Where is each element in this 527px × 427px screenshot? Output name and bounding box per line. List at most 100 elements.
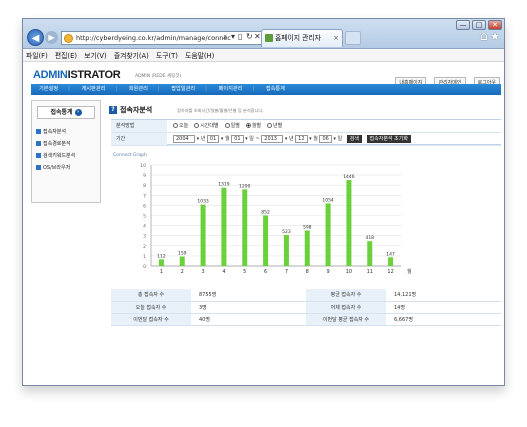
chart-bar	[388, 257, 394, 266]
tab-close-icon[interactable]: ×	[333, 30, 339, 46]
from-year-select[interactable]: 2004	[173, 134, 195, 143]
menu-view[interactable]: 보기(V)	[84, 52, 106, 60]
stats-row: 이번달 접속자 수 40명 이번달 평균 접속자 수 6,667명	[111, 313, 501, 326]
y-tick-label: 4	[143, 224, 146, 230]
admin-logo[interactable]: ADMINISTRATOR	[33, 69, 121, 81]
y-tick-label: 7	[143, 193, 146, 199]
home-icon[interactable]: ⌂	[480, 29, 488, 44]
y-tick-label: 8	[143, 183, 146, 189]
stats-value: 6,667명	[386, 313, 501, 326]
to-day-select[interactable]: 06	[319, 134, 332, 143]
nav-board-manage[interactable]: 게시판관리	[82, 86, 118, 92]
tab-favicon	[265, 34, 273, 42]
method-option[interactable]: 일별	[224, 123, 240, 129]
back-button[interactable]: ◀	[27, 29, 44, 46]
chart-bar	[158, 259, 164, 266]
stats-row: 오늘 접속자 수 3명 어제 접속자 수 14명	[111, 301, 501, 314]
from-day-select[interactable]: 01	[231, 134, 244, 143]
x-axis-label: 월	[407, 268, 412, 275]
method-option[interactable]: 시간대별	[194, 123, 219, 129]
stop-icon[interactable]: ✕	[254, 32, 261, 41]
compat-icon[interactable]: ▯	[238, 32, 242, 41]
forward-button[interactable]: ▶	[45, 31, 58, 44]
radio-button[interactable]	[173, 123, 178, 128]
chart-bar	[242, 189, 248, 266]
x-tick-label: 3	[201, 269, 204, 275]
sidebar-item-referrer-analysis[interactable]: 접속경로분석	[36, 140, 71, 147]
minimize-button[interactable]: —	[456, 20, 470, 30]
y-tick-label: 6	[143, 203, 146, 209]
data-label: 147	[386, 251, 395, 257]
method-label: 년별	[273, 123, 283, 129]
browser-window: — □ ✕ ◀ ▶ http://cyberdyeing.co.kr/admin…	[22, 18, 505, 386]
sidebar-item-visitor-analysis[interactable]: 접속자분석	[36, 128, 66, 135]
radio-button[interactable]	[224, 123, 230, 128]
stats-value: 14명	[386, 301, 501, 314]
method-label: 일별	[230, 123, 240, 129]
favorites-star-icon[interactable]: ★	[490, 30, 500, 43]
menu-help[interactable]: 도움말(H)	[185, 52, 214, 60]
stats-value: 8755명	[191, 289, 306, 302]
y-tick-label: 2	[143, 244, 146, 250]
sidebar-title: 접속통계 ›	[37, 106, 95, 119]
close-window-button[interactable]: ✕	[488, 20, 502, 30]
radio-button[interactable]	[245, 123, 251, 128]
sidebar-item-keyword-analysis[interactable]: 검색키워드분석	[36, 152, 75, 159]
chart-bar	[221, 187, 227, 266]
radio-button[interactable]	[267, 123, 273, 128]
nav-popup-manage[interactable]: 팝업일관리	[171, 86, 207, 92]
x-tick-label: 7	[285, 269, 288, 275]
stats-label: 이번달 접속자 수	[111, 313, 191, 326]
new-tab-button[interactable]	[345, 31, 361, 45]
title-mark-icon: ?	[109, 106, 117, 114]
chart-bar	[367, 241, 373, 266]
period-selectors: 2004 ▾ 년 01 ▾ 월 01 ▾ 일 ~ 2013 ▾ 년 12 ▾ 월…	[173, 133, 411, 145]
browser-tab[interactable]: 홈페이지 관리자 ×	[261, 29, 343, 47]
filter-period-label: 기간	[111, 133, 167, 145]
main-nav: 기본설정 게시판관리 회원관리 팝업일관리 페이지관리 접속통계	[31, 84, 501, 95]
x-tick-label: 5	[243, 269, 246, 275]
reset-button[interactable]: 접속자분석 초기화	[366, 134, 411, 143]
chart-bar	[304, 230, 310, 266]
menu-tools[interactable]: 도구(T)	[156, 52, 178, 60]
search-button[interactable]: 검색	[346, 134, 362, 143]
x-tick-label: 10	[346, 269, 352, 275]
chart-bar	[325, 203, 331, 266]
sidebar-item-os-browser[interactable]: OS/브라우저	[36, 164, 70, 171]
y-tick-label: 0	[143, 264, 146, 270]
method-radio-group: 오늘 시간대별 일별 월별 년별	[173, 120, 288, 132]
y-tick-label: 3	[143, 234, 146, 240]
page-subtitle: 접속자를 조회시간/일별/월별/년별 등 분석합니다.	[177, 108, 264, 113]
from-month-select[interactable]: 01	[206, 134, 220, 143]
nav-page-manage[interactable]: 페이지관리	[219, 86, 255, 92]
data-label: 1319	[218, 182, 230, 188]
stats-value: 14,121명	[386, 289, 501, 302]
refresh-icon[interactable]: ↻	[246, 32, 253, 41]
to-month-select[interactable]: 12	[295, 134, 308, 143]
menu-edit[interactable]: 편집(E)	[55, 52, 77, 60]
connect-graph: 1098765432101121159210333131941290585265…	[140, 163, 412, 275]
stats-value: 3명	[191, 301, 306, 314]
search-icon[interactable]: ⌕	[223, 32, 227, 42]
method-option[interactable]: 월별	[245, 123, 261, 129]
menu-favorites[interactable]: 즐겨찾기(A)	[114, 52, 149, 60]
dropdown-icon[interactable]: ▾	[231, 32, 235, 41]
chart-bar	[179, 256, 185, 266]
radio-button[interactable]	[194, 123, 200, 128]
bullet-icon	[36, 141, 41, 146]
nav-member-manage[interactable]: 회원관리	[129, 86, 160, 92]
data-label: 159	[178, 251, 187, 257]
nav-basic-settings[interactable]: 기본설정	[39, 86, 70, 92]
filter-form: 분석방법 오늘 시간대별 일별 월별 년별 기간 2004 ▾ 년 01 ▾ 월 01 …	[111, 119, 501, 146]
data-label: 112	[157, 253, 166, 259]
logo-subtitle: ADMIN (REDE 세팅것)	[135, 74, 182, 79]
menu-file[interactable]: 파일(F)	[26, 52, 48, 60]
nav-stats[interactable]: 접속통계	[266, 86, 295, 92]
method-option[interactable]: 년별	[267, 123, 282, 129]
data-label: 598	[303, 224, 312, 230]
to-year-select[interactable]: 2013	[261, 134, 284, 143]
page-title: ? 접속자분석	[109, 105, 152, 115]
method-option[interactable]: 오늘	[173, 123, 188, 129]
data-label: 523	[282, 229, 291, 235]
stats-label: 총 접속자 수	[111, 289, 191, 302]
